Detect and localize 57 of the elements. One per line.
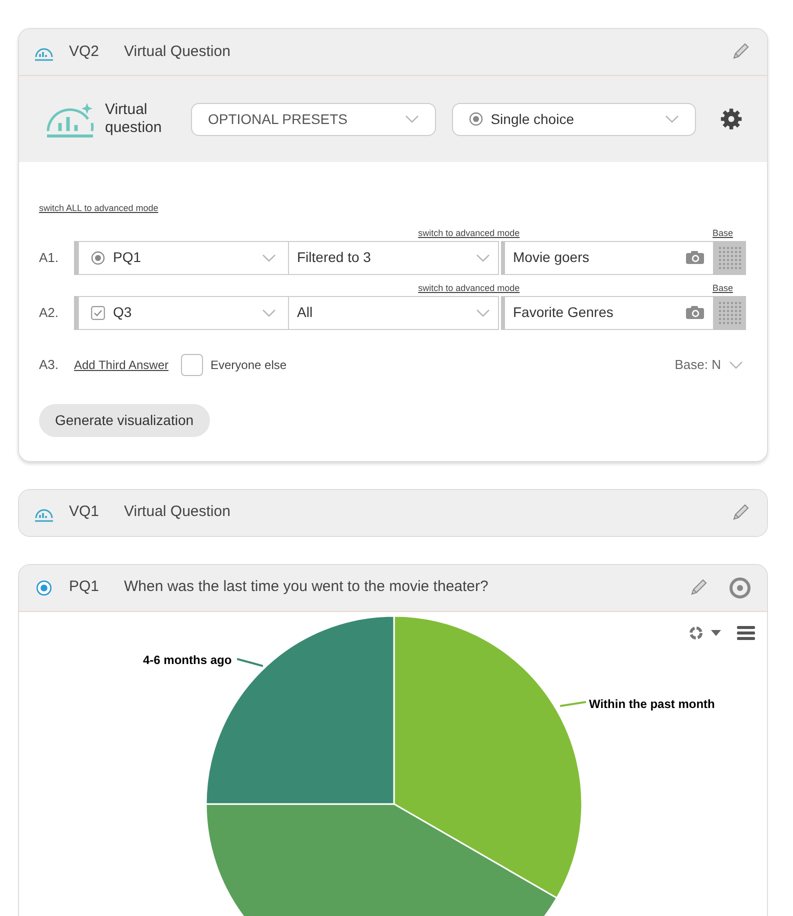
logo-label: Virtual question: [105, 101, 163, 137]
pencil-icon[interactable]: [689, 578, 709, 596]
chevron-down-icon: [476, 308, 490, 316]
base-link[interactable]: Base: [712, 282, 733, 292]
chevron-down-icon: [476, 254, 490, 262]
leader-line: [560, 700, 586, 706]
question-code: PQ1: [69, 577, 100, 598]
question-dropdown[interactable]: PQ1: [78, 240, 289, 274]
checkbox[interactable]: [180, 354, 202, 376]
radio-icon: [91, 250, 105, 264]
answer-label: A1.: [39, 248, 60, 267]
radio-icon: [468, 112, 483, 126]
camera-icon[interactable]: [685, 250, 705, 265]
camera-icon[interactable]: [685, 305, 705, 320]
pie-icon[interactable]: [689, 626, 703, 640]
answer-label: A2.: [39, 304, 60, 322]
target-icon[interactable]: [729, 576, 751, 598]
answer-name-field[interactable]: Movie goers: [501, 240, 713, 274]
pencil-icon[interactable]: [731, 43, 751, 61]
question-code: VQ1: [69, 502, 100, 522]
question-title: When was the last time you went to the movie theater?: [124, 577, 488, 598]
chevron-down-icon: [262, 308, 276, 316]
grid-button[interactable]: [713, 240, 746, 274]
grid-button[interactable]: [713, 296, 746, 330]
type-dropdown[interactable]: Single choice: [452, 102, 696, 136]
grid-icon: [718, 246, 742, 270]
filter-dropdown[interactable]: All: [289, 296, 499, 330]
chevron-down-icon: [729, 360, 743, 368]
switch-all-link[interactable]: switch ALL to advanced mode: [39, 202, 747, 216]
generate-button[interactable]: Generate visualization: [39, 404, 210, 436]
pencil-icon[interactable]: [731, 504, 751, 522]
chevron-down-icon: [665, 115, 680, 123]
option-label: Everyone else: [210, 356, 287, 374]
add-third-answer-link[interactable]: Add Third Answer: [74, 356, 168, 374]
question-dropdown[interactable]: Q3: [78, 296, 289, 330]
question-title: Virtual Question: [124, 42, 230, 62]
answer-name-field[interactable]: Favorite Genres: [501, 296, 713, 330]
switch-advanced-link[interactable]: switch to advanced mode: [418, 282, 520, 292]
chevron-down-icon: [404, 115, 419, 123]
question-title: Virtual Question: [124, 502, 230, 522]
grid-icon: [718, 300, 742, 324]
answer-label: A3.: [39, 356, 60, 374]
presets-dropdown[interactable]: OPTIONAL PRESETS: [191, 102, 436, 136]
chevron-down-icon: [262, 254, 276, 262]
leader-line: [237, 658, 263, 666]
slice-label: Within the past month: [589, 696, 715, 712]
switch-advanced-link[interactable]: switch to advanced mode: [418, 228, 520, 238]
radio-icon: [36, 580, 52, 596]
filter-dropdown[interactable]: Filtered to 3: [289, 240, 499, 274]
question-code: VQ2: [69, 42, 100, 62]
settings-icon[interactable]: [720, 107, 744, 131]
base-link[interactable]: Base: [712, 228, 733, 238]
base-dropdown[interactable]: Base: N: [674, 354, 747, 374]
menu-icon[interactable]: [737, 626, 755, 640]
checkbox-icon: [91, 306, 105, 320]
caret-icon[interactable]: [711, 630, 721, 636]
slice-label: 4-6 months ago: [143, 652, 232, 668]
